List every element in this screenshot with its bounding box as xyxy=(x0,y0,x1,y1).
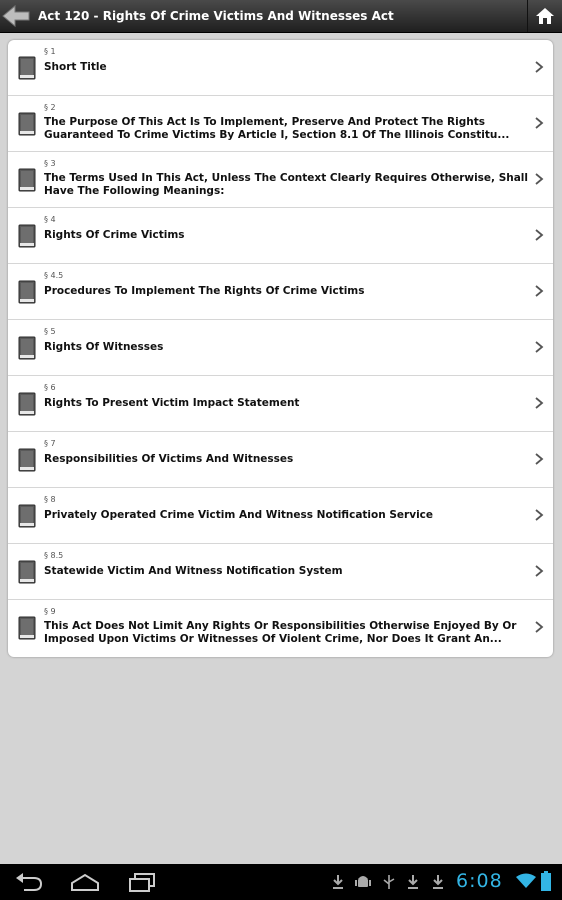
section-list-item[interactable]: § 2 The Purpose Of This Act Is To Impleme… xyxy=(8,96,553,152)
section-title: Short Title xyxy=(44,61,107,73)
book-icon xyxy=(18,56,36,80)
section-number: § 9 xyxy=(44,607,56,616)
section-number: § 2 xyxy=(44,103,56,112)
section-number: § 3 xyxy=(44,159,56,168)
section-number: § 5 xyxy=(44,327,56,336)
download-icon xyxy=(408,875,418,889)
section-title: The Purpose Of This Act Is To Implement,… xyxy=(44,116,510,141)
book-icon xyxy=(18,560,36,584)
back-arrow-icon xyxy=(2,4,30,28)
section-number: § 4 xyxy=(44,215,56,224)
section-list-item[interactable]: § 9 This Act Does Not Limit Any Rights Or… xyxy=(8,600,553,657)
chevron-right-icon xyxy=(535,453,544,465)
download-icon xyxy=(433,875,443,889)
section-number: § 6 xyxy=(44,383,56,392)
section-title: The Terms Used In This Act, Unless The C… xyxy=(44,172,529,197)
section-number: § 8.5 xyxy=(44,551,64,560)
section-title: Rights Of Crime Victims xyxy=(44,229,185,241)
chevron-right-icon xyxy=(535,61,544,73)
chevron-right-icon xyxy=(535,397,544,409)
section-list-item[interactable]: § 3 The Terms Used In This Act, Unless Th… xyxy=(8,152,553,208)
book-icon xyxy=(18,336,36,360)
battery-icon xyxy=(541,871,551,891)
section-list-item[interactable]: § 5 Rights Of Witnesses xyxy=(8,320,553,376)
section-list-item[interactable]: § 8.5 Statewide Victim And Witness Notifi… xyxy=(8,544,553,600)
chevron-right-icon xyxy=(535,621,544,633)
chevron-right-icon xyxy=(535,117,544,129)
book-icon xyxy=(18,224,36,248)
book-icon xyxy=(18,392,36,416)
home-icon xyxy=(536,8,554,24)
section-number: § 4.5 xyxy=(44,271,64,280)
chevron-right-icon xyxy=(535,229,544,241)
nav-recent-apps-icon[interactable] xyxy=(128,872,156,892)
page-title: Act 120 - Rights Of Crime Victims And Wi… xyxy=(38,9,394,23)
section-title: Procedures To Implement The Rights Of Cr… xyxy=(44,285,365,297)
section-title: Rights To Present Victim Impact Statemen… xyxy=(44,397,300,409)
book-icon xyxy=(18,280,36,304)
section-title: Rights Of Witnesses xyxy=(44,341,164,353)
download-icon xyxy=(333,875,343,889)
section-list-item[interactable]: § 4.5 Procedures To Implement The Rights … xyxy=(8,264,553,320)
usb-icon xyxy=(383,875,395,889)
wifi-icon xyxy=(516,873,536,888)
section-number: § 1 xyxy=(44,47,56,56)
book-icon xyxy=(18,112,36,136)
system-navigation-bar: 6:08 xyxy=(0,864,562,900)
android-debug-icon xyxy=(355,876,371,887)
home-button[interactable] xyxy=(527,0,562,32)
section-title: Responsibilities Of Victims And Witnesse… xyxy=(44,453,294,465)
section-number: § 7 xyxy=(44,439,56,448)
nav-back-icon[interactable] xyxy=(14,872,44,892)
section-list-item[interactable]: § 8 Privately Operated Crime Victim And W… xyxy=(8,488,553,544)
status-clock: 6:08 xyxy=(456,870,503,892)
section-list-item[interactable]: § 4 Rights Of Crime Victims xyxy=(8,208,553,264)
back-button[interactable] xyxy=(0,0,32,32)
book-icon xyxy=(18,504,36,528)
section-list-item[interactable]: § 6 Rights To Present Victim Impact State… xyxy=(8,376,553,432)
section-list-item[interactable]: § 1 Short Title xyxy=(8,40,553,96)
book-icon xyxy=(18,448,36,472)
section-list: § 1 Short Title § 2 The Purpose Of This Act… xyxy=(8,40,553,657)
section-title: Privately Operated Crime Victim And Witn… xyxy=(44,509,434,521)
chevron-right-icon xyxy=(535,173,544,185)
section-number: § 8 xyxy=(44,495,56,504)
nav-home-icon[interactable] xyxy=(70,872,100,892)
section-list-item[interactable]: § 7 Responsibilities Of Victims And Witne… xyxy=(8,432,553,488)
book-icon xyxy=(18,168,36,192)
chevron-right-icon xyxy=(535,509,544,521)
action-bar: Act 120 - Rights Of Crime Victims And Wi… xyxy=(0,0,562,33)
section-title: This Act Does Not Limit Any Rights Or Re… xyxy=(44,620,517,645)
chevron-right-icon xyxy=(535,285,544,297)
book-icon xyxy=(18,616,36,640)
section-title: Statewide Victim And Witness Notificatio… xyxy=(44,565,343,577)
chevron-right-icon xyxy=(535,341,544,353)
chevron-right-icon xyxy=(535,565,544,577)
